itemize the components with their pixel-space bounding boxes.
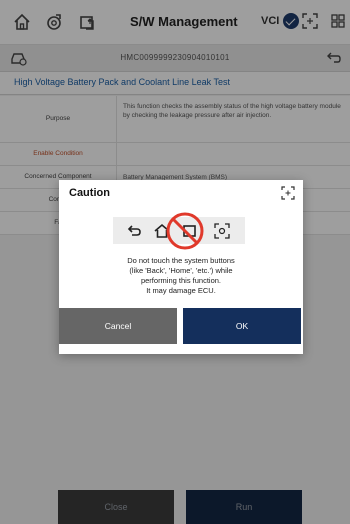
message-line: It may damage ECU.: [146, 286, 216, 295]
message-line: performing this function.: [140, 276, 222, 285]
cancel-button[interactable]: Cancel: [59, 308, 177, 344]
prohibited-icon: [166, 212, 204, 250]
message-line: Do not touch the system buttons: [127, 256, 235, 265]
caution-dialog: Caution Do not touch the system buttons …: [59, 180, 303, 354]
ok-button[interactable]: OK: [183, 308, 301, 344]
dialog-title: Caution: [69, 187, 110, 199]
expand-icon[interactable]: [281, 186, 295, 200]
back-icon: [127, 225, 141, 236]
dialog-message: Do not touch the system buttons (like 'B…: [59, 256, 303, 296]
screenshot-icon: [214, 223, 230, 239]
message-line: (like 'Back', 'Home', 'etc.') while: [129, 266, 233, 275]
system-buttons-illustration: [113, 212, 245, 250]
